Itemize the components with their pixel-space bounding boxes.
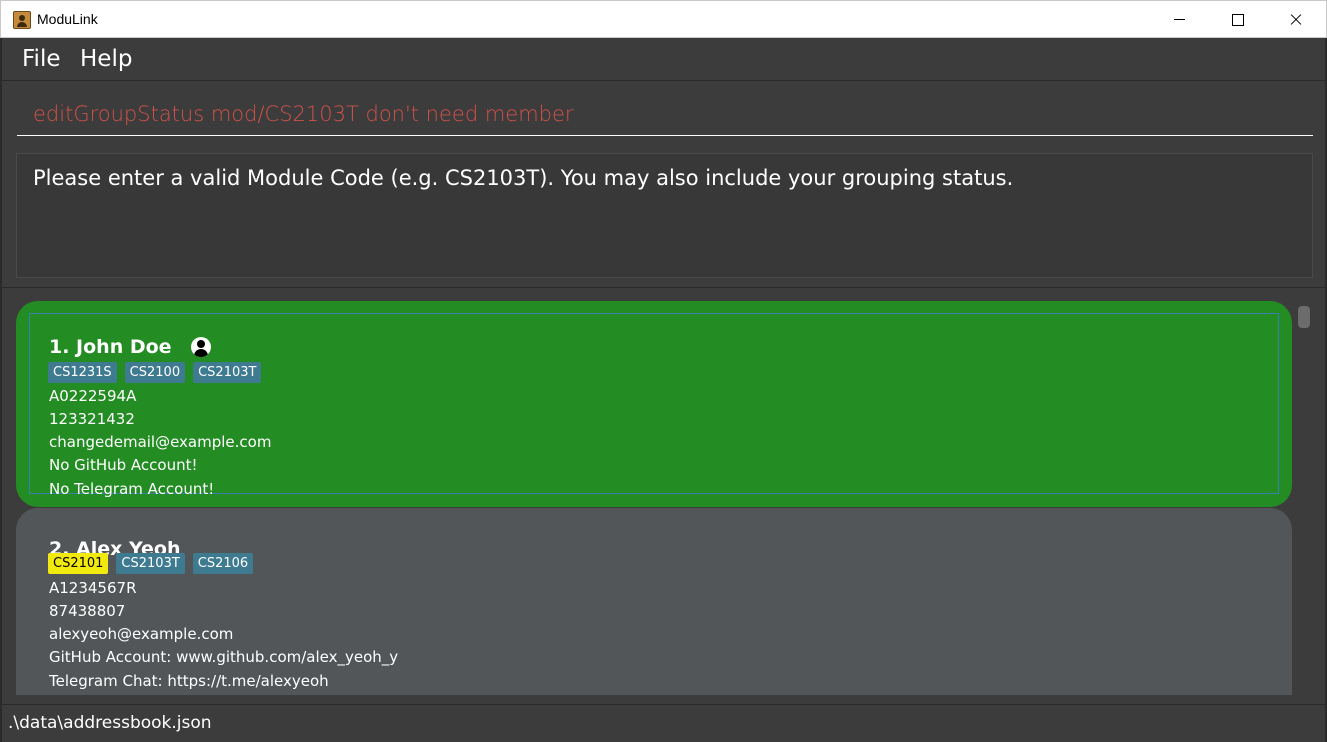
tag-list: CS2101 CS2103T CS2106	[48, 553, 254, 574]
save-location: .\data\addressbook.json	[8, 713, 212, 733]
module-tag: CS2100	[124, 362, 186, 383]
minimize-button[interactable]	[1151, 1, 1209, 39]
module-tag: CS2101	[48, 553, 109, 574]
person-card[interactable]: 2. Alex Yeoh CS2101 CS2103T CS2106 A1234…	[16, 508, 1292, 695]
menu-bar: File Help	[2, 38, 1325, 81]
student-id: A1234567R	[49, 579, 137, 597]
window-title: ModuLink	[37, 11, 98, 27]
phone: 123321432	[49, 410, 135, 428]
app-icon	[13, 11, 31, 29]
telegram: No Telegram Account!	[49, 480, 215, 498]
person-list[interactable]: 1. John Doe CS1231S CS2100 CS2103T A0222…	[2, 287, 1325, 695]
tag-list: CS1231S CS2100 CS2103T	[48, 362, 262, 383]
menu-help[interactable]: Help	[80, 46, 132, 72]
title-bar: ModuLink	[0, 0, 1327, 38]
maximize-button[interactable]	[1209, 1, 1267, 39]
module-tag: CS1231S	[48, 362, 117, 383]
menu-file[interactable]: File	[22, 46, 61, 72]
github: No GitHub Account!	[49, 456, 198, 474]
user-icon	[191, 337, 211, 357]
module-tag: CS2103T	[116, 553, 185, 574]
selection-outline	[29, 313, 1279, 494]
person-card[interactable]: 1. John Doe CS1231S CS2100 CS2103T A0222…	[16, 301, 1292, 507]
command-box: editGroupStatus mod/CS2103T don't need m…	[2, 82, 1325, 146]
module-tag: CS2106	[192, 553, 254, 574]
result-message: Please enter a valid Module Code (e.g. C…	[33, 166, 1014, 190]
result-box[interactable]: Please enter a valid Module Code (e.g. C…	[16, 153, 1313, 278]
close-button[interactable]	[1267, 1, 1325, 39]
email: alexyeoh@example.com	[49, 625, 234, 643]
github: GitHub Account: www.github.com/alex_yeoh…	[49, 648, 399, 666]
telegram: Telegram Chat: https://t.me/alexyeoh	[49, 672, 329, 690]
student-id: A0222594A	[49, 387, 137, 405]
email: changedemail@example.com	[49, 433, 272, 451]
command-input[interactable]: editGroupStatus mod/CS2103T don't need m…	[17, 90, 1313, 136]
person-name: 1. John Doe	[49, 336, 172, 358]
phone: 87438807	[49, 602, 126, 620]
status-bar: .\data\addressbook.json	[2, 704, 1325, 742]
result-display: Please enter a valid Module Code (e.g. C…	[2, 146, 1325, 286]
module-tag: CS2103T	[193, 362, 262, 383]
scrollbar-thumb[interactable]	[1298, 306, 1310, 328]
